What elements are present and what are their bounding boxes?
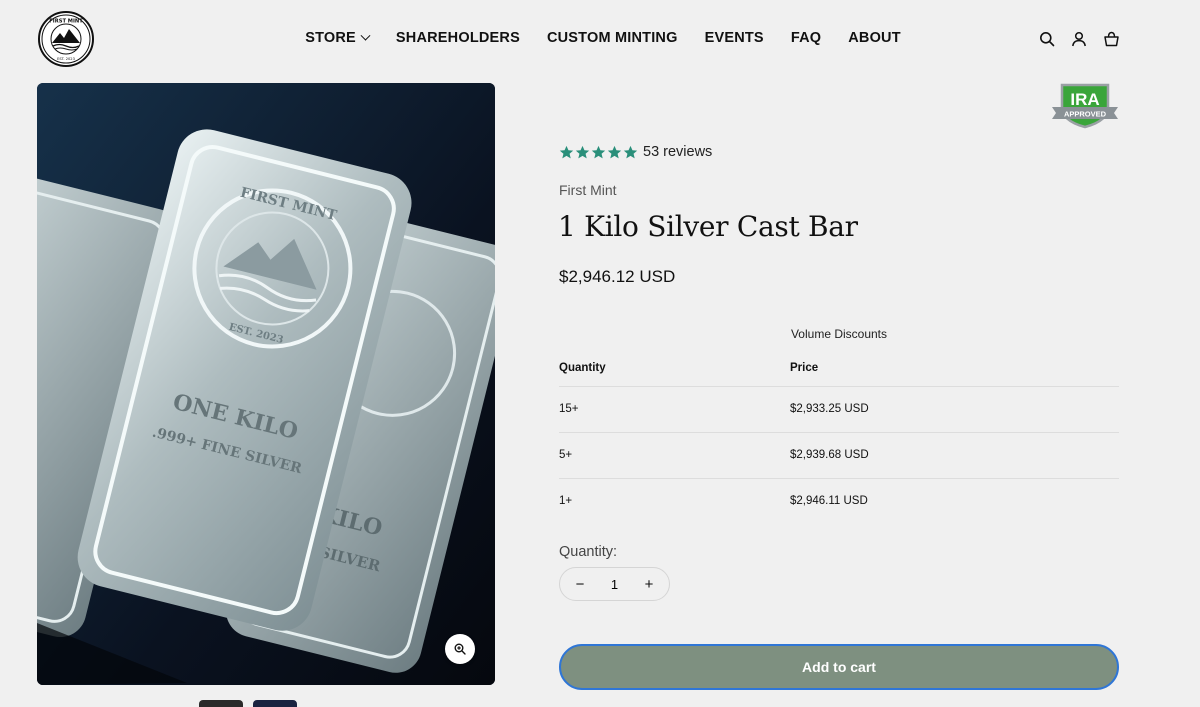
nav-events[interactable]: EVENTS: [705, 30, 764, 46]
badge-approved-text: APPROVED: [1064, 110, 1107, 119]
main-nav: STORE SHAREHOLDERS CUSTOM MINTING EVENTS…: [0, 30, 1200, 46]
logo-text: FIRST MINT: [49, 19, 83, 25]
nav-store[interactable]: STORE: [305, 30, 371, 46]
logo-est: EST. 2023: [57, 57, 75, 61]
chevron-down-icon: [360, 30, 371, 41]
product-image[interactable]: KILO E SILVER FIRST MINT EST. 2023 ONE K…: [37, 83, 495, 685]
nav-about[interactable]: ABOUT: [848, 30, 901, 46]
row-price: $2,946.11 USD: [790, 495, 868, 508]
star-icon: [575, 145, 590, 158]
price-header: Price: [790, 350, 1119, 387]
product-page: FIRST MINT EST. 2023 STORE SHAREHOLDERS …: [0, 0, 1200, 707]
header-icons: [1038, 30, 1120, 48]
table-row: 5+ $2,939.68 USD: [559, 432, 1119, 479]
thumbnail-2[interactable]: [253, 700, 297, 707]
zoom-button[interactable]: [445, 634, 475, 664]
nav-shareholders[interactable]: SHAREHOLDERS: [396, 30, 520, 46]
product-vendor: First Mint: [559, 182, 617, 198]
star-icon: [559, 145, 574, 158]
star-icon: [607, 145, 622, 158]
add-to-cart-button[interactable]: Add to cart: [559, 644, 1119, 690]
table-row: 15+ $2,933.25 USD: [559, 386, 1119, 433]
nav-faq[interactable]: FAQ: [791, 30, 821, 46]
quantity-header: Quantity: [559, 350, 790, 387]
table-header-row: Quantity Price: [559, 350, 1119, 387]
volume-discounts-table: Quantity Price 15+ $2,933.25 USD 5+ $2,9…: [559, 350, 1119, 524]
quantity-label: Quantity:: [559, 544, 618, 560]
row-quantity: 1+: [559, 495, 573, 508]
product-rating[interactable]: 53 reviews: [559, 144, 712, 160]
silver-bars-photo: KILO E SILVER FIRST MINT EST. 2023 ONE K…: [37, 83, 495, 685]
increase-quantity-button[interactable]: +: [641, 576, 657, 593]
product-price: $2,946.12 USD: [559, 267, 676, 286]
star-icon: [591, 145, 606, 158]
search-icon[interactable]: [1038, 30, 1056, 48]
ira-approved-badge: IRA APPROVED: [1052, 83, 1118, 129]
review-count[interactable]: 53 reviews: [643, 144, 712, 160]
table-row: 1+ $2,946.11 USD: [559, 478, 1119, 524]
row-quantity: 15+: [559, 386, 790, 433]
account-icon[interactable]: [1070, 30, 1088, 48]
row-price: $2,933.25 USD: [790, 386, 1119, 433]
thumbnail-1[interactable]: [199, 700, 243, 707]
star-icon: [623, 145, 638, 158]
badge-ira-text: IRA: [1070, 90, 1099, 109]
product-title: 1 Kilo Silver Cast Bar: [558, 210, 858, 243]
star-rating: [559, 145, 638, 160]
cart-icon[interactable]: [1102, 30, 1120, 48]
nav-custom-minting[interactable]: CUSTOM MINTING: [547, 30, 678, 46]
nav-store-label: STORE: [305, 30, 356, 46]
quantity-input[interactable]: [599, 576, 630, 592]
zoom-in-icon: [454, 643, 466, 655]
volume-discounts-caption: Volume Discounts: [790, 327, 888, 341]
decrease-quantity-button[interactable]: −: [572, 576, 588, 593]
row-quantity: 5+: [559, 432, 790, 479]
quantity-stepper: − +: [559, 567, 670, 601]
row-price: $2,939.68 USD: [790, 432, 1119, 479]
site-header: FIRST MINT EST. 2023 STORE SHAREHOLDERS …: [0, 0, 1200, 78]
